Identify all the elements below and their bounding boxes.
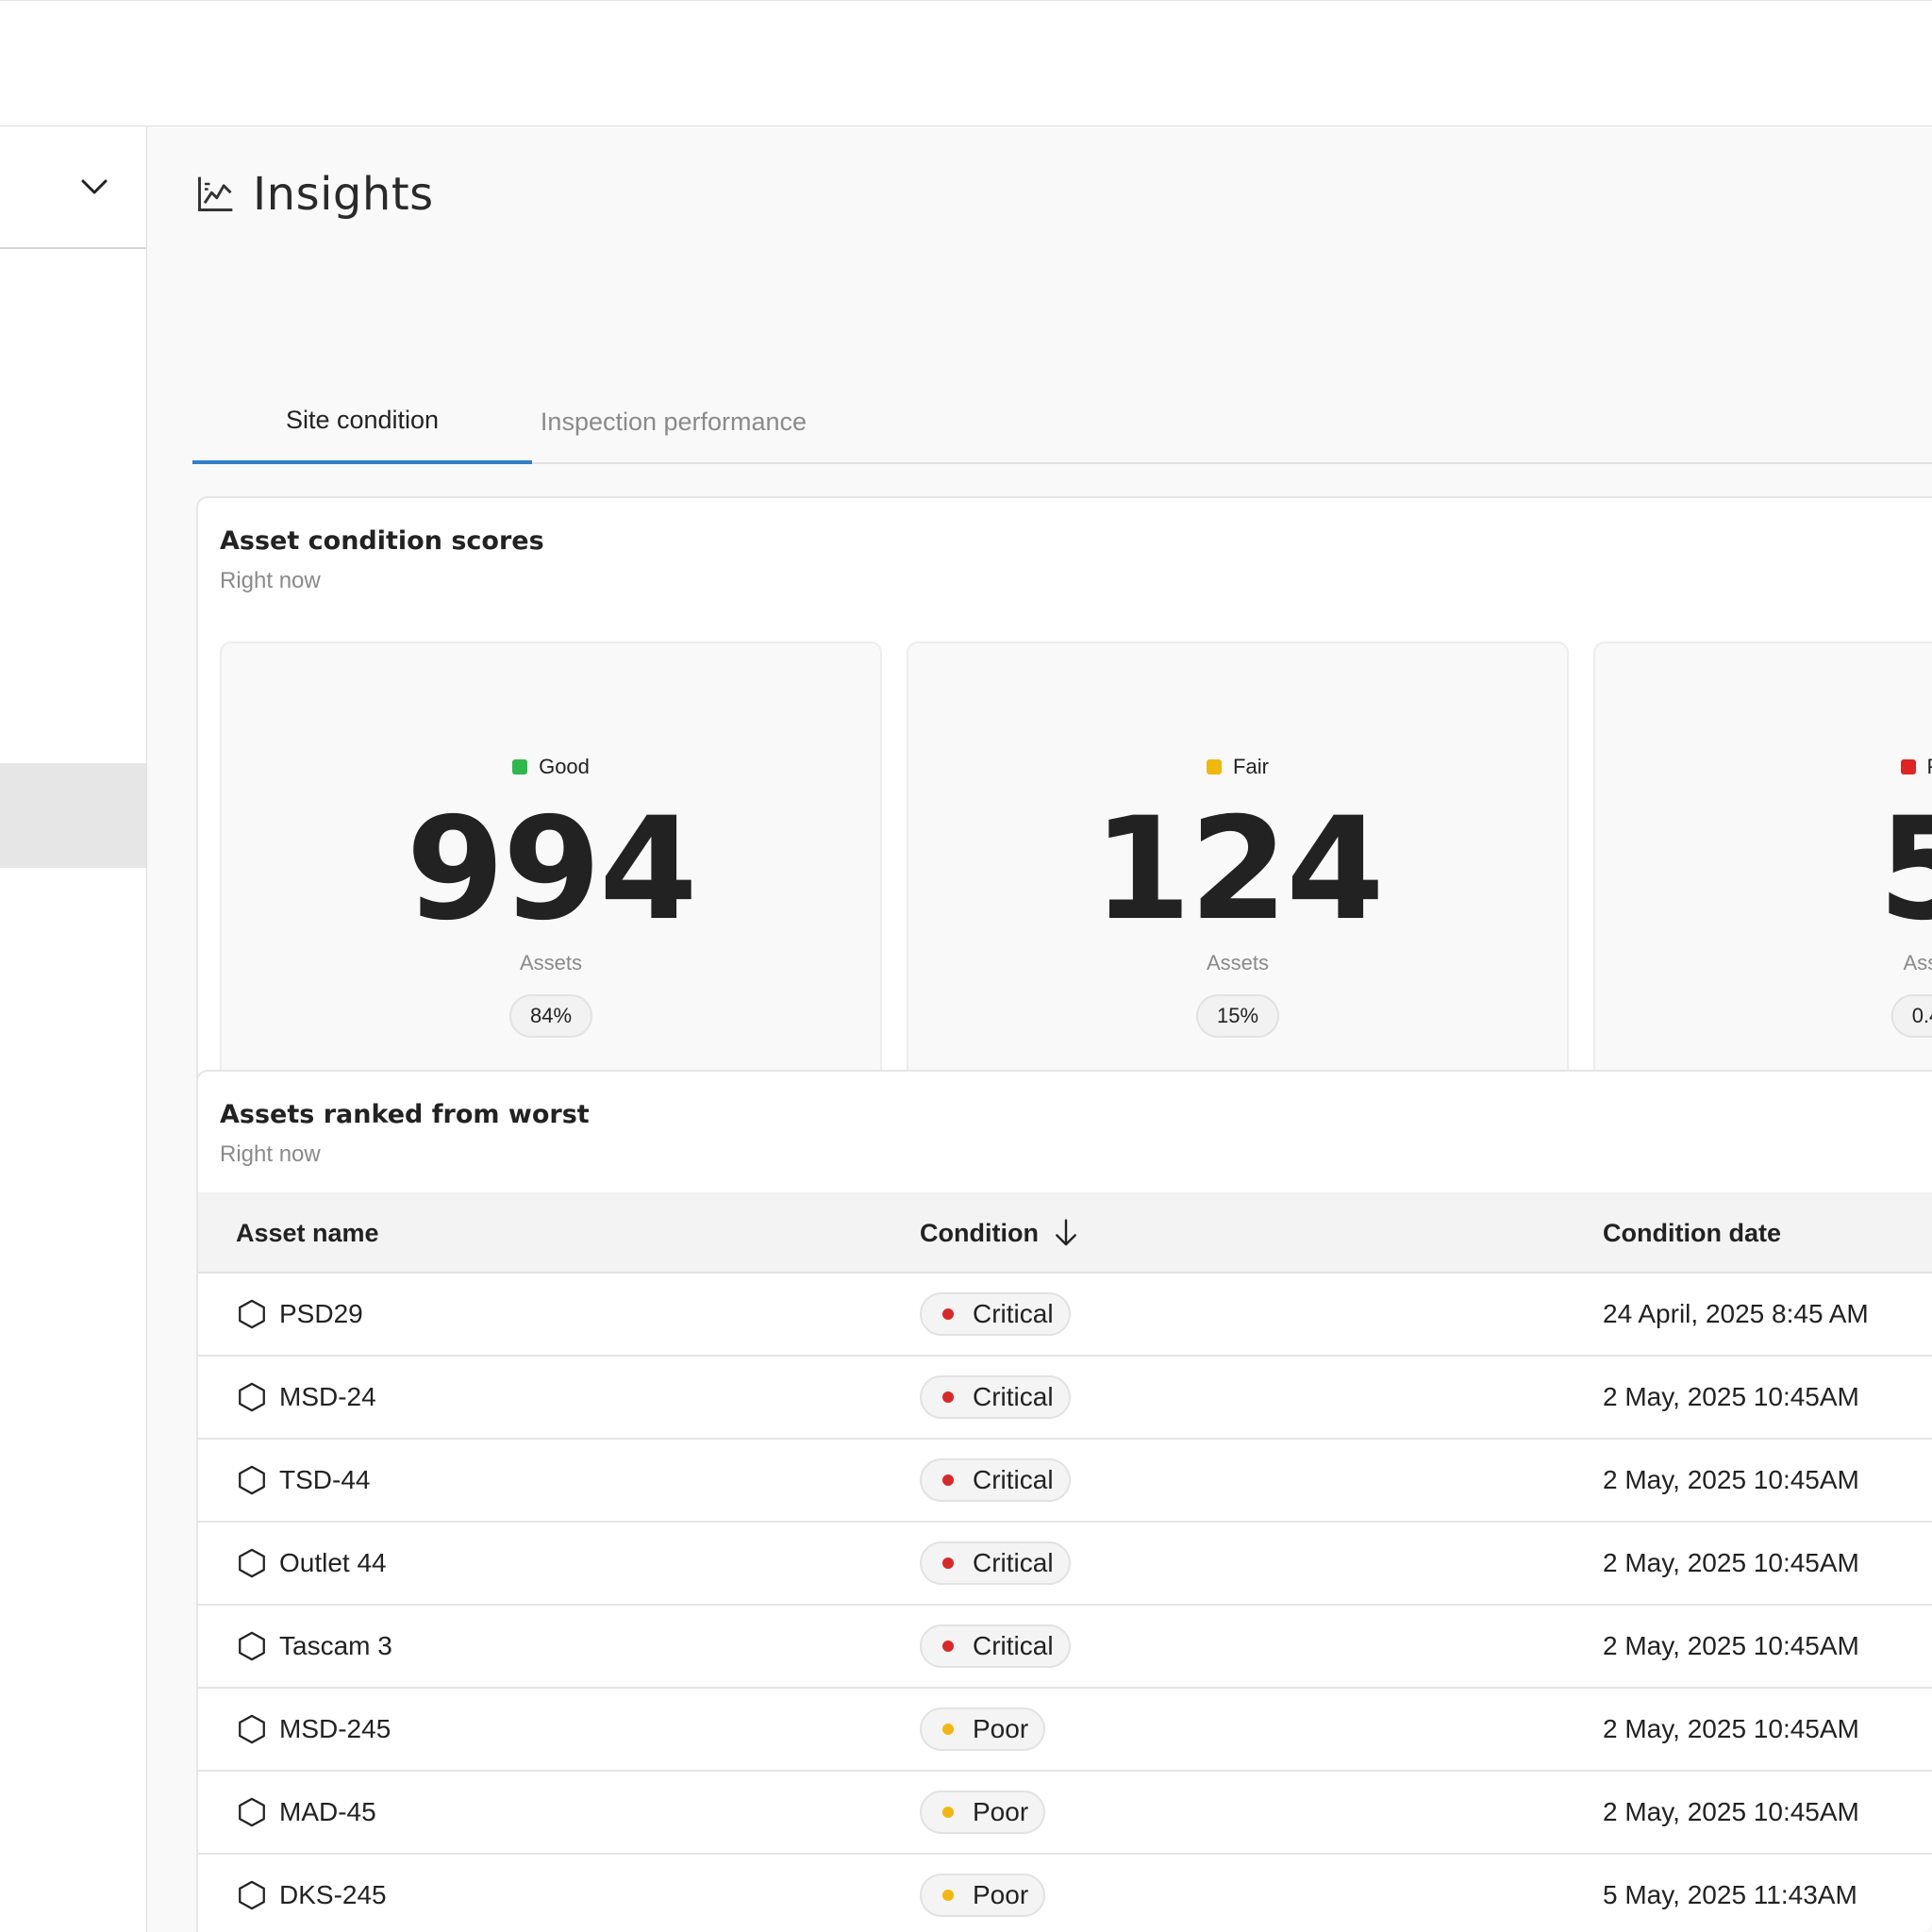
fair-swatch <box>1207 759 1223 774</box>
condition-label: Critical <box>973 1382 1054 1411</box>
table-row[interactable]: TSD-44 Critical 2 May, 2025 10:45AM <box>198 1440 1932 1523</box>
table-row[interactable]: MSD-24 Critical 2 May, 2025 10:45AM <box>198 1357 1932 1440</box>
table-row[interactable]: DKS-245 Poor 5 May, 2025 11:43AM <box>198 1855 1932 1932</box>
hexagon-icon <box>239 1299 265 1329</box>
score-unit: Asse <box>1903 951 1932 974</box>
arrow-down-icon[interactable] <box>1052 1217 1080 1249</box>
card-title: Assets ranked from worst <box>220 1100 590 1129</box>
score-value: 124 <box>1092 788 1384 952</box>
condition-badge: Critical <box>920 1375 1071 1419</box>
sidebar-item-active[interactable] <box>0 763 146 868</box>
table-row[interactable]: MSD-245 Poor 2 May, 2025 10:45AM <box>198 1689 1932 1772</box>
condition-date: 24 April, 2025 8:45 AM <box>1603 1299 1869 1328</box>
condition-badge: Critical <box>920 1541 1071 1585</box>
condition-badge: Poor <box>920 1790 1046 1834</box>
condition-date: 2 May, 2025 10:45AM <box>1603 1797 1859 1826</box>
status-dot <box>942 1724 954 1735</box>
table-header: Asset name Condition Condition date <box>198 1192 1932 1274</box>
asset-name[interactable]: TSD-44 <box>279 1465 370 1495</box>
assets-table: Asset name Condition Condition date PSD2… <box>198 1192 1932 1932</box>
score-unit: Assets <box>1206 951 1270 974</box>
status-dot <box>942 1641 954 1652</box>
status-dot <box>942 1890 954 1901</box>
asset-condition-scores-card: Asset condition scores Right now Good 99… <box>196 496 1932 1166</box>
condition-date: 2 May, 2025 10:45AM <box>1603 1548 1859 1577</box>
score-tile-fair[interactable]: Fair 124 Assets 15% <box>907 641 1569 1143</box>
page-header: Insights <box>194 168 434 221</box>
poor-swatch <box>1900 759 1916 774</box>
chevron-down-icon[interactable] <box>77 170 111 204</box>
asset-name[interactable]: MAD-45 <box>279 1797 376 1827</box>
score-value: 5 <box>1595 799 1932 941</box>
condition-date: 2 May, 2025 10:45AM <box>1603 1382 1859 1411</box>
condition-label: Critical <box>973 1465 1054 1494</box>
score-percent-badge: 0.4 <box>1890 994 1932 1038</box>
hexagon-icon <box>239 1465 265 1495</box>
condition-label: Poor <box>973 1880 1029 1909</box>
score-tile-good[interactable]: Good 994 Assets 84% <box>220 641 882 1143</box>
column-header-condition[interactable]: Condition <box>920 1192 1080 1274</box>
score-percent-badge: 15% <box>1195 994 1280 1038</box>
site-selector[interactable] <box>0 126 146 249</box>
asset-name[interactable]: PSD29 <box>279 1299 363 1329</box>
condition-date: 2 May, 2025 10:45AM <box>1603 1465 1859 1494</box>
condition-date: 2 May, 2025 10:45AM <box>1603 1714 1859 1743</box>
condition-label: Poor <box>973 1797 1029 1826</box>
condition-label: Critical <box>973 1548 1054 1577</box>
hexagon-icon <box>239 1548 265 1578</box>
asset-name[interactable]: MSD-245 <box>279 1714 391 1744</box>
status-dot <box>942 1557 954 1569</box>
column-header-label: Condition <box>920 1218 1039 1247</box>
asset-name[interactable]: DKS-245 <box>279 1880 387 1910</box>
asset-name[interactable]: Tascam 3 <box>279 1631 392 1661</box>
score-unit: Assets <box>519 951 583 974</box>
top-bar <box>0 0 1932 126</box>
condition-label: Poor <box>973 1714 1029 1743</box>
table-row[interactable]: MAD-45 Poor 2 May, 2025 10:45AM <box>198 1772 1932 1855</box>
hexagon-icon <box>239 1797 265 1827</box>
condition-badge: Critical <box>920 1458 1071 1502</box>
card-title: Asset condition scores <box>220 526 544 556</box>
status-dot <box>942 1308 954 1320</box>
sidebar <box>0 126 147 1932</box>
condition-label: Critical <box>973 1631 1054 1660</box>
condition-label: Critical <box>973 1299 1054 1328</box>
condition-date: 2 May, 2025 10:45AM <box>1603 1631 1859 1660</box>
status-dot <box>942 1474 954 1486</box>
page-title: Insights <box>253 168 434 221</box>
score-label: Po <box>1927 755 1932 779</box>
score-label: Fair <box>1233 755 1269 778</box>
chart-line-icon <box>198 176 233 211</box>
hexagon-icon <box>239 1631 265 1661</box>
hexagon-icon <box>239 1714 265 1744</box>
table-row[interactable]: Tascam 3 Critical 2 May, 2025 10:45AM <box>198 1606 1932 1689</box>
card-subtitle: Right now <box>220 568 321 593</box>
status-dot <box>942 1807 954 1818</box>
table-row[interactable]: Outlet 44 Critical 2 May, 2025 10:45AM <box>198 1523 1932 1606</box>
table-row[interactable]: PSD29 Critical 24 April, 2025 8:45 AM <box>198 1274 1932 1357</box>
assets-ranked-card: Assets ranked from worst Right now Asset… <box>196 1070 1932 1932</box>
condition-date: 5 May, 2025 11:43AM <box>1603 1880 1857 1909</box>
score-percent-badge: 84% <box>508 994 593 1038</box>
hexagon-icon <box>239 1880 265 1910</box>
asset-name[interactable]: MSD-24 <box>279 1382 376 1412</box>
condition-badge: Poor <box>920 1874 1046 1917</box>
score-label: Good <box>539 755 590 778</box>
score-tile-poor[interactable]: Po 5 Asse 0.4 <box>1593 641 1932 1143</box>
condition-badge: Critical <box>920 1624 1071 1668</box>
asset-name[interactable]: Outlet 44 <box>279 1548 387 1578</box>
column-header-condition-date[interactable]: Condition date <box>1603 1192 1781 1274</box>
card-subtitle: Right now <box>220 1141 321 1167</box>
status-dot <box>942 1391 954 1403</box>
good-swatch <box>512 759 528 774</box>
condition-badge: Critical <box>920 1292 1071 1336</box>
score-value: 994 <box>406 788 697 952</box>
hexagon-icon <box>239 1382 265 1412</box>
condition-badge: Poor <box>920 1707 1046 1751</box>
column-header-asset-name[interactable]: Asset name <box>236 1192 379 1274</box>
